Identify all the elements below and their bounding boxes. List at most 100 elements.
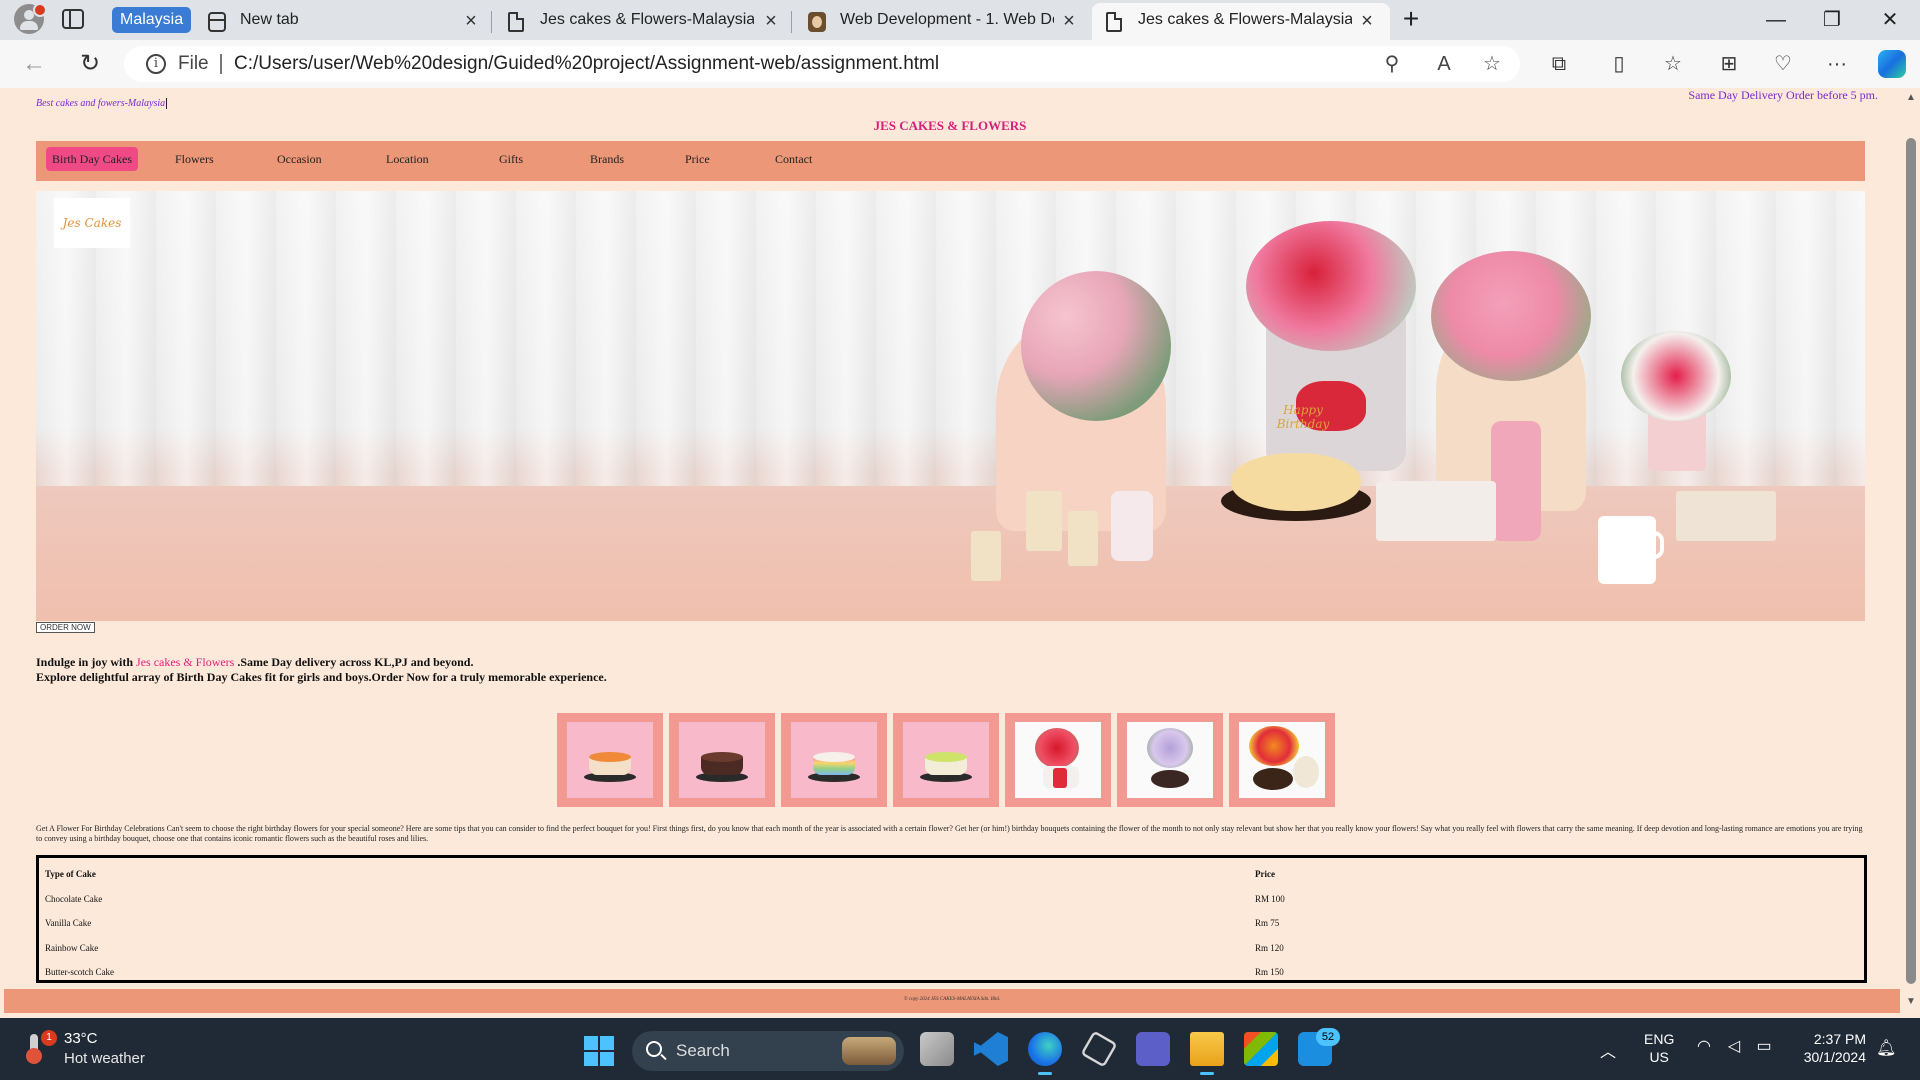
cake-image — [679, 722, 765, 798]
pandan-cake-thumbnail[interactable] — [893, 713, 999, 807]
book-stack — [1376, 481, 1496, 541]
close-tab-icon[interactable]: × — [460, 10, 482, 32]
divider — [220, 54, 222, 74]
address-bar[interactable]: i File C:/Users/user/Web%20design/Guided… — [124, 46, 1520, 82]
read-aloud-icon[interactable]: A — [1430, 50, 1458, 78]
volume-icon[interactable]: ◁ — [1724, 1038, 1744, 1056]
weather-temperature[interactable]: 33°C — [64, 1030, 98, 1047]
nav-item-location[interactable]: Location — [380, 147, 435, 171]
search-highlight-image — [842, 1037, 896, 1065]
browser-tab[interactable]: New tab × — [194, 3, 492, 40]
zoom-icon[interactable]: ⚲ — [1378, 50, 1406, 78]
close-tab-icon[interactable]: × — [1356, 10, 1378, 32]
browser-tab[interactable]: Jes cakes & Flowers-Malaysia × — [494, 3, 792, 40]
intro-line1-start: Indulge in joy with — [36, 655, 137, 669]
show-hidden-icons-chevron-icon[interactable]: ︿ — [1600, 1038, 1616, 1062]
nav-item-brands[interactable]: Brands — [584, 147, 630, 171]
search-icon — [646, 1041, 662, 1057]
cake-image — [791, 722, 877, 798]
notification-bell-icon[interactable]: 🔔︎ — [1876, 1038, 1896, 1058]
lavender-bouquet-thumbnail[interactable] — [1117, 713, 1223, 807]
more-menu-icon[interactable]: ··· — [1822, 50, 1852, 78]
close-window-icon[interactable]: ✕ — [1870, 5, 1910, 35]
teams-icon[interactable] — [1136, 1032, 1170, 1066]
windows-start-icon[interactable] — [584, 1036, 614, 1066]
back-arrow-icon[interactable]: ← — [20, 50, 48, 78]
tab-title: Jes cakes & Flowers-Malaysia — [1138, 11, 1352, 28]
wifi-icon[interactable]: ◠ — [1694, 1038, 1714, 1056]
microsoft-store-icon[interactable] — [1244, 1032, 1278, 1066]
rainbow-cake-thumbnail[interactable] — [781, 713, 887, 807]
scroll-up-arrow-icon[interactable]: ▲ — [1905, 92, 1917, 104]
gerbera-bouquet-and-bear-thumbnail[interactable] — [1229, 713, 1335, 807]
weather-description[interactable]: Hot weather — [64, 1050, 145, 1067]
nav-item-occasion[interactable]: Occasion — [271, 147, 328, 171]
pink-ribbon — [1491, 421, 1541, 541]
tab-group-label[interactable]: Malaysia — [112, 7, 192, 33]
task-view-icon[interactable] — [920, 1032, 954, 1066]
weather-badge: 1 — [41, 1030, 57, 1046]
page-title: JES CAKES & FLOWERS — [873, 118, 1027, 133]
dev-tools-icon[interactable] — [1080, 1030, 1118, 1068]
nav-item-price[interactable]: Price — [679, 147, 716, 171]
vertical-scrollbar[interactable]: ▲ ▼ — [1902, 88, 1920, 1018]
split-screen-icon[interactable]: ▯ — [1604, 50, 1634, 78]
cake-type: Chocolate Cake — [45, 894, 103, 904]
flower-image — [1239, 722, 1325, 798]
roses-and-cake-thumbnail[interactable] — [1005, 713, 1111, 807]
profile-avatar-icon[interactable] — [14, 3, 47, 34]
file-explorer-icon[interactable] — [1190, 1032, 1224, 1075]
chocolate-cake-thumbnail[interactable] — [669, 713, 775, 807]
cake-topper: Happy Birthday — [1276, 403, 1330, 431]
nav-item-gifts[interactable]: Gifts — [493, 147, 529, 171]
close-tab-icon[interactable]: × — [1058, 10, 1080, 32]
favorites-icon[interactable]: ☆ — [1658, 50, 1688, 78]
white-ribbon — [1111, 491, 1153, 561]
windows-taskbar: 1 33°C Hot weather Search 52 ︿ ENG US ◠ … — [0, 1018, 1920, 1080]
close-tab-icon[interactable]: × — [760, 10, 782, 32]
flower-image — [1127, 722, 1213, 798]
orange-cake-thumbnail[interactable] — [557, 713, 663, 807]
tab-actions-icon[interactable] — [62, 9, 84, 29]
browser-tab-active[interactable]: Jes cakes & Flowers-Malaysia × — [1092, 3, 1390, 40]
url-text[interactable]: C:/Users/user/Web%20design/Guided%20proj… — [234, 53, 939, 75]
favorite-star-icon[interactable]: ☆ — [1478, 50, 1506, 78]
system-clock[interactable]: 2:37 PM 30/1/2024 — [1796, 1030, 1866, 1066]
header-type: Type of Cake — [45, 869, 96, 879]
battery-icon[interactable]: ▭ — [1754, 1038, 1774, 1056]
clock-date: 30/1/2024 — [1803, 1049, 1866, 1065]
tab-title: New tab — [240, 11, 299, 28]
language-indicator[interactable]: ENG US — [1644, 1030, 1674, 1066]
refresh-icon[interactable]: ↻ — [76, 50, 104, 78]
taskbar-search[interactable]: Search — [632, 1031, 904, 1071]
new-tab-button[interactable]: + — [1397, 5, 1425, 34]
page-viewport: Best cakes and fowers-Malaysia Same Day … — [0, 88, 1920, 1018]
tab-title: Jes cakes & Flowers-Malaysia — [540, 11, 754, 28]
birthday-flowers-paragraph: Get A Flower For Birthday Celebrations C… — [36, 824, 1863, 843]
minimize-icon[interactable]: — — [1756, 5, 1796, 35]
collections-icon[interactable]: ⊞ — [1714, 50, 1744, 78]
copyright-text: © copy 2024 JES CAKES-MALAYSIA Sdn. Bhd. — [903, 997, 1001, 1002]
cheesecake — [1231, 453, 1361, 511]
order-now-button[interactable]: ORDER NOW — [36, 622, 95, 633]
copilot-icon[interactable] — [1878, 50, 1906, 78]
nav-item-contact[interactable]: Contact — [769, 147, 818, 171]
restore-icon[interactable]: ❐ — [1812, 5, 1852, 35]
edge-browser-icon[interactable] — [1028, 1032, 1062, 1075]
vscode-icon[interactable] — [974, 1032, 1008, 1066]
pink-bouquet — [1021, 271, 1171, 421]
scroll-down-arrow-icon[interactable]: ▼ — [1905, 996, 1917, 1008]
nav-item-flowers[interactable]: Flowers — [169, 147, 220, 171]
book-stack — [1676, 491, 1776, 541]
header-price: Price — [1255, 869, 1275, 879]
browser-essentials-icon[interactable]: ♡ — [1768, 50, 1798, 78]
nav-item-birthday-cakes[interactable]: Birth Day Cakes — [46, 147, 138, 171]
search-label: Search — [676, 1041, 730, 1060]
extensions-icon[interactable]: ⧉ — [1544, 50, 1574, 78]
document-icon — [1106, 12, 1122, 32]
scrollbar-thumb[interactable] — [1906, 138, 1916, 984]
intro-line1-end: .Same Day delivery across KL,PJ and beyo… — [234, 655, 474, 669]
info-icon[interactable]: i — [146, 54, 166, 74]
browser-tab[interactable]: Web Development - 1. Web Desi × — [794, 3, 1090, 40]
language-code: ENG — [1644, 1031, 1675, 1047]
